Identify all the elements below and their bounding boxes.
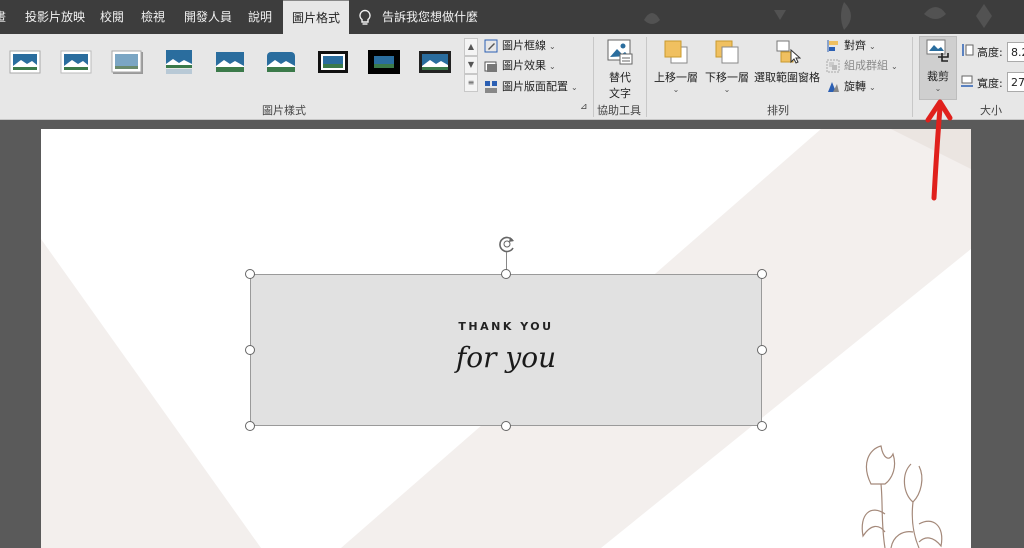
picture-style-soft-edge[interactable] (59, 48, 93, 76)
rotate-menu[interactable]: 旋轉 ⌄ (826, 77, 876, 97)
tab-picture-format[interactable]: 圖片格式 (283, 0, 350, 34)
align-menu[interactable]: 對齊 ⌄ (826, 36, 876, 56)
tab-review[interactable]: 校閱 (100, 0, 124, 34)
gallery-scroll-up-button[interactable]: ▲ (464, 38, 478, 56)
annotation-arrow (925, 99, 953, 201)
alt-text-label-2: 文字 (609, 87, 631, 100)
rotate-icon (828, 82, 839, 92)
resize-handle-top[interactable] (501, 269, 511, 279)
picture-effects-label: 圖片效果 (502, 59, 546, 72)
group-icon (826, 59, 840, 73)
picture-border-label: 圖片框線 (502, 39, 546, 52)
resize-handle-bottom-left[interactable] (245, 421, 255, 431)
group-label: 組成群組 (844, 59, 888, 72)
resize-handle-top-right[interactable] (757, 269, 767, 279)
alt-text-label-1: 替代 (609, 71, 631, 84)
tulip-illustration (861, 445, 943, 548)
resize-handle-bottom-right[interactable] (757, 421, 767, 431)
align-icon (827, 40, 838, 52)
picture-layout-label: 圖片版面配置 (502, 80, 568, 93)
picture-styles-launcher[interactable]: ⊿ (580, 102, 588, 112)
effects-icon (484, 61, 497, 72)
picture-border-menu[interactable]: 圖片框線 ⌄ (484, 36, 556, 56)
group-separator (912, 37, 913, 117)
crop-icon (926, 39, 949, 62)
lightbulb-icon[interactable] (357, 9, 373, 27)
group-label-picture-styles: 圖片樣式 (262, 104, 306, 117)
height-input[interactable]: 8.2 (1007, 42, 1024, 62)
gallery-more-button[interactable]: ≡ (464, 74, 478, 92)
picture-style-shadow[interactable] (110, 48, 144, 76)
group-label-accessibility: 協助工具 (597, 104, 641, 117)
selection-pane-icon (776, 40, 802, 64)
layout-icon (485, 81, 497, 93)
tab-help[interactable]: 說明 (248, 0, 272, 34)
bring-forward-icon (664, 40, 688, 64)
title-bar-decoration (644, 2, 992, 30)
group-objects-menu[interactable]: 組成群組 ⌄ (826, 56, 898, 76)
picture-style-rounded[interactable] (264, 48, 298, 76)
selection-pane-button[interactable]: 選取範圍窗格 (752, 38, 822, 85)
width-icon (961, 75, 973, 87)
send-backward-icon (715, 40, 739, 64)
rotate-handle-icon[interactable] (496, 233, 518, 255)
tab-draw[interactable]: 畫 (0, 0, 6, 34)
width-label: 寬度: (977, 77, 1003, 90)
selection-pane-label: 選取範圍窗格 (754, 71, 820, 84)
gallery-scroll-down-button[interactable]: ▼ (464, 56, 478, 74)
picture-style-bevel[interactable] (213, 48, 247, 76)
bring-forward-button[interactable]: 上移一層 ⌄ (652, 38, 700, 94)
resize-handle-bottom[interactable] (501, 421, 511, 431)
group-label-size: 大小 (980, 104, 1002, 117)
picture-style-black-rectangle[interactable] (418, 48, 452, 76)
bring-forward-label: 上移一層 (654, 71, 698, 84)
group-label-arrange: 排列 (767, 104, 789, 117)
width-input[interactable]: 27. (1007, 72, 1024, 92)
crop-label: 裁剪 (927, 70, 949, 83)
picture-style-thin-black-frame[interactable] (316, 48, 350, 76)
resize-handle-left[interactable] (245, 345, 255, 355)
align-label: 對齊 (844, 39, 866, 52)
send-backward-label: 下移一層 (705, 71, 749, 84)
height-label: 高度: (977, 46, 1003, 59)
group-separator (593, 37, 594, 117)
selected-picture[interactable]: THANK YOU for you (250, 274, 762, 426)
picture-effects-menu[interactable]: 圖片效果 ⌄ (484, 56, 556, 76)
tab-slideshow[interactable]: 投影片放映 (25, 0, 85, 34)
tell-me-search[interactable]: 告訴我您想做什麼 (382, 0, 478, 34)
pen-border-icon (484, 39, 498, 53)
picture-style-simple-frame[interactable] (8, 48, 42, 76)
card-title-text: THANK YOU (458, 320, 554, 333)
picture-style-reflected[interactable] (162, 48, 196, 76)
picture-layout-menu[interactable]: 圖片版面配置 ⌄ (484, 77, 578, 97)
resize-handle-top-left[interactable] (245, 269, 255, 279)
group-separator (646, 37, 647, 117)
ribbon-tab-bar: 畫 投影片放映 校閱 檢視 開發人員 說明 圖片格式 告訴我您想做什麼 (0, 0, 1024, 34)
tab-view[interactable]: 檢視 (141, 0, 165, 34)
resize-handle-right[interactable] (757, 345, 767, 355)
tab-developer[interactable]: 開發人員 (184, 0, 232, 34)
alt-text-button[interactable]: 替代 文字 (602, 38, 638, 101)
card-script-text: for you (455, 341, 557, 374)
crop-button[interactable]: 裁剪 ⌄ (919, 36, 957, 100)
ribbon: ▲ ▼ ≡ 圖片框線 ⌄ 圖片效果 ⌄ 圖片版面配置 ⌄ 圖片樣式 ⊿ 替代 文字 協… (0, 34, 1024, 120)
send-backward-button[interactable]: 下移一層 ⌄ (703, 38, 751, 94)
height-icon (962, 44, 974, 56)
rotate-label: 旋轉 (844, 80, 866, 93)
picture-style-thick-black-frame[interactable] (367, 48, 401, 76)
alt-text-icon (607, 39, 633, 65)
